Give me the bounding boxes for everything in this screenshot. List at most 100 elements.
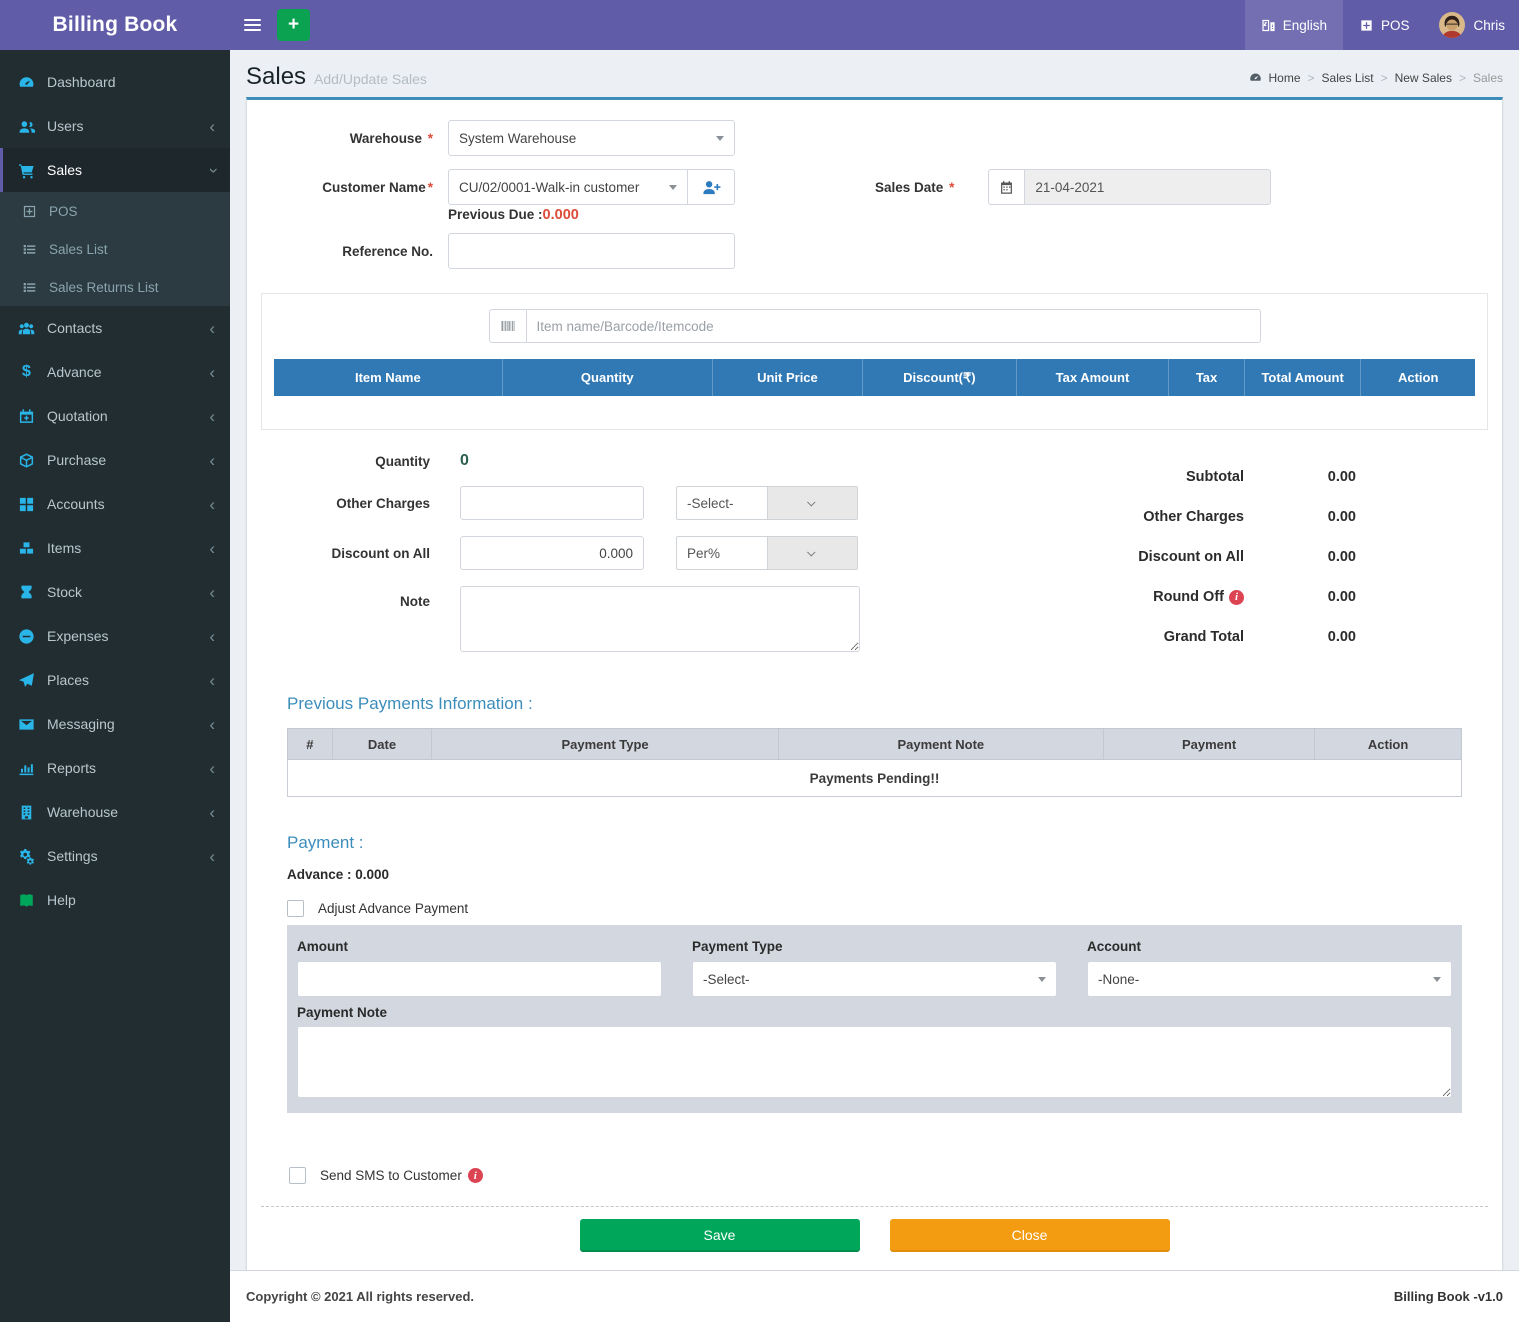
other-charges-select[interactable]: -Select-	[676, 486, 858, 520]
sidebar-item-messaging[interactable]: Messaging ‹	[0, 702, 230, 746]
breadcrumb-sales-list[interactable]: Sales List	[1322, 71, 1374, 85]
minus-circle-icon	[18, 628, 35, 645]
language-icon	[1261, 18, 1276, 33]
sidebar-item-sales-returns-list[interactable]: Sales Returns List	[0, 268, 230, 306]
adjust-advance-row: Adjust Advance Payment	[287, 900, 1462, 917]
breadcrumb-new-sales[interactable]: New Sales	[1395, 71, 1452, 85]
sidebar-item-places[interactable]: Places ‹	[0, 658, 230, 702]
sidebar-item-warehouse[interactable]: Warehouse ‹	[0, 790, 230, 834]
quantity-label: Quantity	[261, 454, 430, 469]
reference-label: Reference No.	[261, 244, 433, 259]
round-off-row: Round Offi 0.00	[973, 577, 1488, 617]
warehouse-select[interactable]: System Warehouse	[448, 120, 735, 156]
col-item-name: Item Name	[274, 359, 502, 396]
other-charges-total-row: Other Charges 0.00	[973, 497, 1488, 537]
sidebar-item-dashboard[interactable]: Dashboard	[0, 60, 230, 104]
user-menu[interactable]: Chris	[1425, 0, 1519, 50]
sidebar-item-purchase[interactable]: Purchase ‹	[0, 438, 230, 482]
sidebar-item-quotation[interactable]: Quotation ‹	[0, 394, 230, 438]
items-panel: Item Name Quantity Unit Price Discount(₹…	[261, 293, 1488, 430]
copyright-text: Copyright © 2021 All rights reserved.	[246, 1289, 474, 1304]
sidebar-item-reports[interactable]: Reports ‹	[0, 746, 230, 790]
payments-pending-message: Payments Pending!!	[288, 760, 1462, 797]
breadcrumb-home[interactable]: Home	[1269, 71, 1301, 85]
sidebar-item-advance[interactable]: $ Advance ‹	[0, 350, 230, 394]
plus-square-icon	[22, 204, 37, 219]
breadcrumb: Home > Sales List > New Sales > Sales	[1249, 71, 1503, 85]
sidebar-item-sales[interactable]: Sales ‹	[0, 148, 230, 192]
info-icon[interactable]: i	[468, 1168, 483, 1183]
sidebar-item-contacts[interactable]: Contacts ‹	[0, 306, 230, 350]
calendar-icon-box[interactable]	[988, 169, 1024, 205]
sidebar-toggle-button[interactable]	[230, 0, 275, 50]
discount-input[interactable]	[460, 536, 644, 570]
col-unit-price: Unit Price	[712, 359, 862, 396]
envelope-icon	[18, 716, 35, 733]
footer: Copyright © 2021 All rights reserved. Bi…	[230, 1270, 1519, 1322]
discount-total-value: 0.00	[1244, 549, 1356, 565]
sidebar-item-stock[interactable]: Stock ‹	[0, 570, 230, 614]
item-search-input[interactable]	[527, 310, 1260, 342]
totals-summary: Subtotal 0.00 Other Charges 0.00 Discoun…	[973, 452, 1488, 668]
col-action: Action	[1361, 359, 1475, 396]
sidebar-item-expenses[interactable]: Expenses ‹	[0, 614, 230, 658]
pos-shortcut[interactable]: POS	[1343, 0, 1426, 50]
warehouse-row: Warehouse * System Warehouse	[261, 120, 1488, 156]
payment-type-select[interactable]: -Select-	[692, 961, 1057, 997]
discount-label: Discount on All	[261, 546, 430, 561]
form-actions: Save Close	[261, 1219, 1488, 1256]
note-textarea[interactable]	[460, 586, 860, 652]
sidebar-item-help[interactable]: Help	[0, 878, 230, 922]
sidebar-item-accounts[interactable]: Accounts ‹	[0, 482, 230, 526]
info-icon[interactable]: i	[1229, 590, 1244, 605]
reference-input[interactable]	[448, 233, 735, 269]
dollar-icon: $	[18, 363, 35, 381]
users-icon	[18, 118, 35, 135]
sidebar: Billing Book Dashboard Users ‹ Sales ‹ P…	[0, 0, 230, 1322]
user-name: Chris	[1473, 18, 1505, 33]
quick-add-button[interactable]: +	[277, 9, 310, 41]
user-plus-icon	[702, 178, 721, 197]
select-arrow-icon	[767, 487, 858, 519]
save-button[interactable]: Save	[580, 1219, 860, 1252]
discount-unit-select[interactable]: Per%	[676, 536, 858, 570]
send-sms-checkbox[interactable]	[289, 1167, 306, 1184]
building-icon	[18, 804, 35, 821]
sidebar-item-settings[interactable]: Settings ‹	[0, 834, 230, 878]
sales-date-input[interactable]	[1024, 169, 1271, 205]
gauge-icon	[18, 74, 35, 91]
cubes-icon	[18, 540, 35, 557]
calendar-icon	[999, 180, 1014, 195]
people-icon	[18, 320, 35, 337]
bar-chart-icon	[18, 760, 35, 777]
pos-plus-icon	[1359, 18, 1374, 33]
close-button[interactable]: Close	[890, 1219, 1170, 1252]
sidebar-item-users[interactable]: Users ‹	[0, 104, 230, 148]
grand-total-value: 0.00	[1244, 629, 1356, 645]
sidebar-item-items[interactable]: Items ‹	[0, 526, 230, 570]
payment-note-textarea[interactable]	[297, 1026, 1452, 1098]
col-tax: Tax	[1169, 359, 1245, 396]
sidebar-item-sales-list[interactable]: Sales List	[0, 230, 230, 268]
other-charges-input[interactable]	[460, 486, 644, 520]
required-asterisk: *	[428, 131, 433, 146]
account-select[interactable]: -None-	[1087, 961, 1452, 997]
amount-input[interactable]	[297, 961, 662, 997]
discount-row: Discount on All Per%	[261, 536, 973, 570]
language-menu[interactable]: English	[1245, 0, 1343, 50]
chevron-left-icon: ‹	[209, 452, 215, 469]
add-customer-button[interactable]	[688, 169, 735, 205]
sales-submenu: POS Sales List Sales Returns List	[0, 192, 230, 306]
account-label: Account	[1087, 939, 1452, 954]
chevron-down-icon: ‹	[204, 167, 221, 173]
caret-down-icon	[1038, 977, 1046, 982]
customer-select[interactable]: CU/02/0001-Walk-in customer	[448, 169, 688, 205]
brand-logo[interactable]: Billing Book	[0, 0, 230, 50]
reference-row: Reference No.	[261, 233, 1488, 269]
sidebar-item-pos[interactable]: POS	[0, 192, 230, 230]
adjust-advance-label: Adjust Advance Payment	[318, 901, 468, 916]
gears-icon	[18, 848, 35, 865]
required-asterisk: *	[949, 180, 954, 195]
customer-label: Customer Name	[322, 180, 426, 195]
adjust-advance-checkbox[interactable]	[287, 900, 304, 917]
